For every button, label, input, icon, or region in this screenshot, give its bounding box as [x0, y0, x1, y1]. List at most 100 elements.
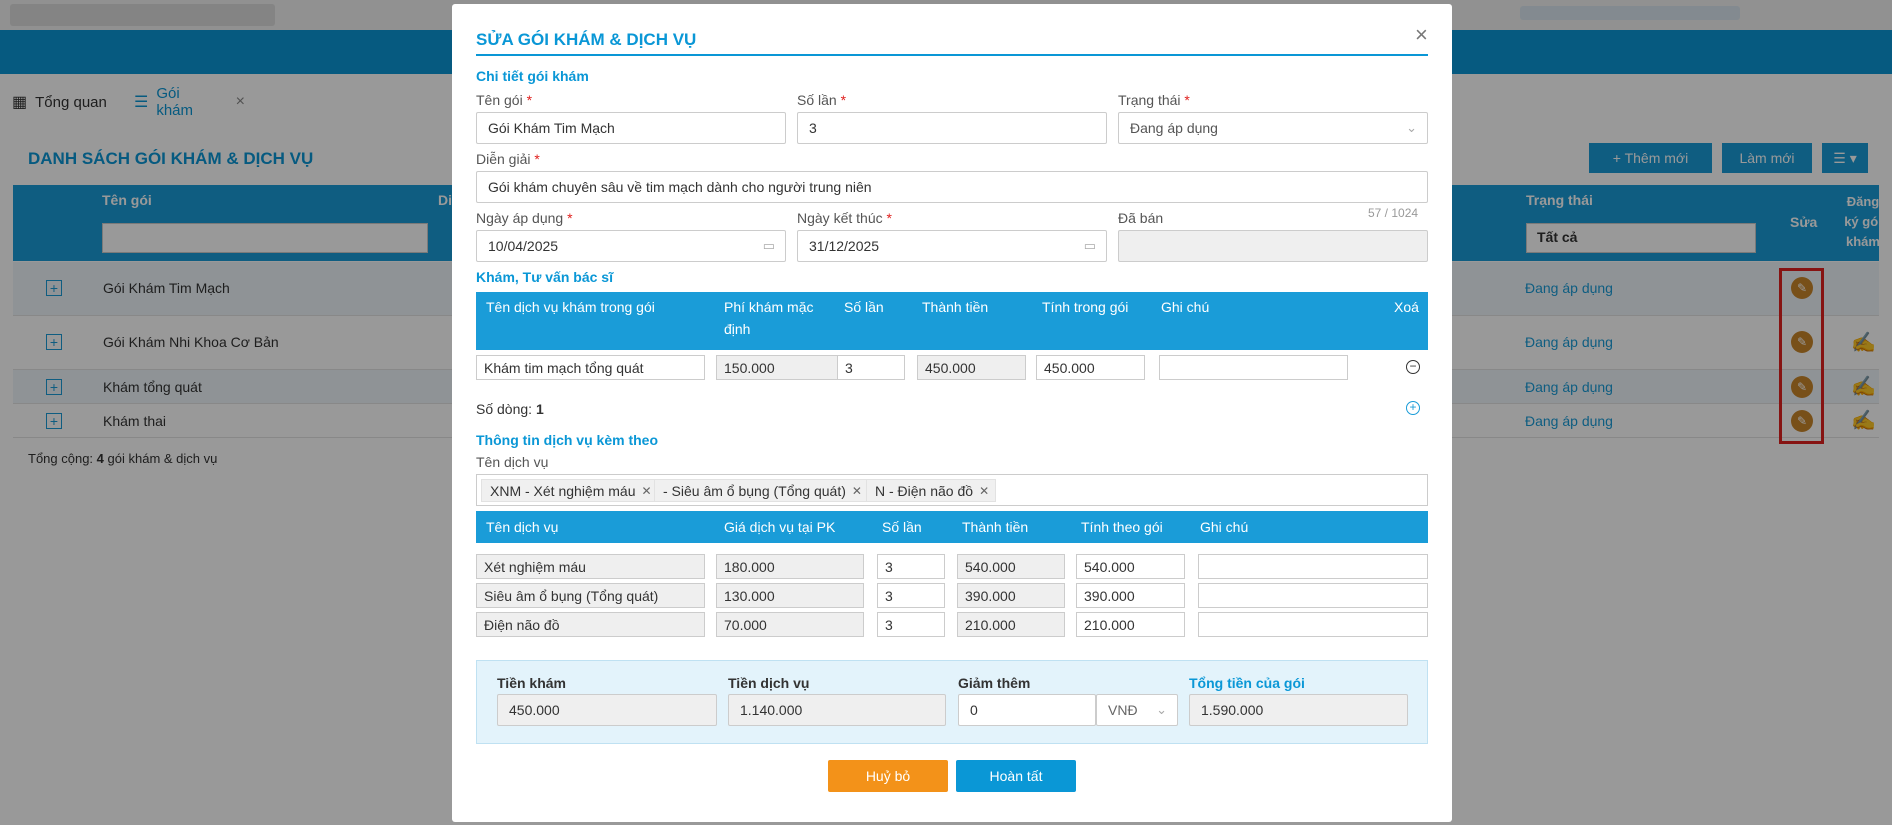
service-col-package: Tính theo gói [1081, 519, 1163, 535]
start-date-input[interactable]: 10/04/2025 ▭ [476, 230, 786, 262]
service-times-input[interactable]: 3 [877, 612, 945, 637]
end-date-label: Ngày kết thúc * [797, 210, 892, 226]
service-col-times: Số lần [882, 519, 922, 535]
row-count-value: 1 [535, 401, 544, 417]
service-price-value: 70.000 [716, 612, 864, 637]
close-icon[interactable]: ✕ [852, 484, 862, 498]
label-text: Diễn giải [476, 151, 531, 167]
description-label: Diễn giải * [476, 151, 540, 167]
consult-col-delete: Xoá [1394, 299, 1419, 315]
consult-service-input[interactable]: Khám tim mạch tổng quát [476, 355, 705, 380]
service-tag[interactable]: XNM - Xét nghiệm máu ✕ [481, 479, 659, 502]
tag-label: XNM - Xét nghiệm máu [490, 482, 636, 499]
service-package-input[interactable]: 540.000 [1076, 554, 1185, 579]
row-count: Số dòng: 1 [476, 401, 544, 417]
section-services-title: Thông tin dịch vụ kèm theo [476, 432, 658, 448]
label-text: Ngày áp dụng [476, 210, 564, 226]
status-label: Trạng thái * [1118, 92, 1190, 108]
sold-input [1118, 230, 1428, 262]
consult-col-amount: Thành tiền [922, 299, 989, 315]
name-label: Tên gói * [476, 92, 533, 108]
exam-fee-value: 450.000 [497, 694, 717, 726]
total-label: Tổng tiền của gói [1189, 675, 1305, 691]
service-amount-value: 390.000 [957, 583, 1065, 608]
calendar-icon: ▭ [1083, 238, 1096, 253]
currency-select[interactable]: VNĐ ⌄ [1096, 694, 1178, 726]
service-amount-value: 210.000 [957, 612, 1065, 637]
sold-label: Đã bán [1118, 210, 1164, 226]
services-table-header: Tên dịch vụ Giá dịch vụ tại PK Số lần Th… [476, 511, 1428, 543]
calendar-icon: ▭ [762, 238, 775, 253]
service-col-name: Tên dịch vụ [486, 519, 559, 535]
consult-col-service: Tên dịch vụ khám trong gói [486, 299, 655, 315]
status-select[interactable]: Đang áp dụng ⌄ [1118, 112, 1428, 144]
service-price-value: 130.000 [716, 583, 864, 608]
status-value: Đang áp dụng [1130, 120, 1218, 136]
times-label: Số lần * [797, 92, 847, 108]
label-text: Ngày kết thúc [797, 210, 883, 226]
consult-col-fee: Phí khám mặc định [724, 299, 814, 337]
title-underline [476, 54, 1428, 56]
exam-fee-label: Tiền khám [497, 675, 566, 691]
discount-label: Giảm thêm [958, 675, 1031, 691]
summary-box: Tiền khám 450.000 Tiền dịch vụ 1.140.000… [476, 660, 1428, 744]
consult-table-header: Tên dịch vụ khám trong gói Phí khám mặc … [476, 292, 1428, 350]
end-date-input[interactable]: 31/12/2025 ▭ [797, 230, 1107, 262]
section-consult-title: Khám, Tư vấn bác sĩ [476, 269, 613, 285]
service-fee-label: Tiền dịch vụ [728, 675, 810, 691]
consult-amount-value: 450.000 [917, 355, 1026, 380]
service-col-price: Giá dịch vụ tại PK [724, 519, 836, 535]
service-multiselect[interactable]: XNM - Xét nghiệm máu ✕ - Siêu âm ổ bụng (… [476, 474, 1428, 506]
service-times-input[interactable]: 3 [877, 583, 945, 608]
label-text: Tên gói [476, 92, 523, 108]
character-counter: 57 / 1024 [1368, 206, 1419, 220]
end-date-value: 31/12/2025 [809, 238, 880, 254]
tag-label: - Siêu âm ổ bụng (Tổng quát) [663, 482, 846, 499]
consult-col-note: Ghi chú [1161, 299, 1210, 315]
section-detail-title: Chi tiết gói khám [476, 68, 589, 84]
close-icon[interactable]: ✕ [979, 484, 989, 498]
service-times-input[interactable]: 3 [877, 554, 945, 579]
service-amount-value: 540.000 [957, 554, 1065, 579]
service-col-note: Ghi chú [1200, 519, 1249, 535]
service-package-input[interactable]: 390.000 [1076, 583, 1185, 608]
chevron-down-icon: ⌄ [1156, 702, 1167, 717]
service-tag[interactable]: - Siêu âm ổ bụng (Tổng quát) ✕ [654, 479, 869, 502]
service-note-input[interactable] [1198, 554, 1428, 579]
service-name-label: Tên dịch vụ [476, 454, 549, 470]
start-date-label: Ngày áp dụng * [476, 210, 573, 226]
total-value: 1.590.000 [1189, 694, 1408, 726]
chevron-down-icon: ⌄ [1406, 120, 1417, 135]
package-name-input[interactable]: Gói Khám Tim Mạch [476, 112, 786, 144]
close-icon[interactable]: × [1415, 22, 1428, 48]
label-text: Số lần [797, 92, 837, 108]
modal-title: SỬA GÓI KHÁM & DỊCH VỤ [476, 30, 697, 49]
service-price-value: 180.000 [716, 554, 864, 579]
service-name-value: Điện não đồ [476, 612, 705, 637]
close-icon[interactable]: ✕ [642, 484, 652, 498]
cancel-button[interactable]: Huỷ bỏ [828, 760, 948, 792]
description-input[interactable]: Gói khám chuyên sâu về tim mạch dành cho… [476, 171, 1428, 203]
service-name-value: Xét nghiệm máu [476, 554, 705, 579]
tag-label: N - Điện não đồ [875, 482, 974, 499]
consult-col-in-package: Tính trong gói [1042, 299, 1129, 315]
remove-row-icon[interactable]: − [1406, 360, 1420, 374]
service-note-input[interactable] [1198, 612, 1428, 637]
service-tag[interactable]: N - Điện não đồ ✕ [866, 479, 997, 502]
finish-button[interactable]: Hoàn tất [956, 760, 1076, 792]
service-fee-value: 1.140.000 [728, 694, 946, 726]
row-count-label: Số dòng: [476, 401, 533, 417]
consult-note-input[interactable] [1159, 355, 1348, 380]
service-col-amount: Thành tiền [962, 519, 1029, 535]
consult-times-input[interactable]: 3 [837, 355, 905, 380]
service-package-input[interactable]: 210.000 [1076, 612, 1185, 637]
service-note-input[interactable] [1198, 583, 1428, 608]
currency-value: VNĐ [1108, 702, 1138, 718]
edit-package-modal: SỬA GÓI KHÁM & DỊCH VỤ × Chi tiết gói kh… [452, 4, 1452, 822]
discount-input[interactable]: 0 [958, 694, 1096, 726]
times-input[interactable]: 3 [797, 112, 1107, 144]
add-row-icon[interactable]: + [1406, 401, 1420, 415]
start-date-value: 10/04/2025 [488, 238, 559, 254]
label-text: Trạng thái [1118, 92, 1181, 108]
consult-in-package-input[interactable]: 450.000 [1036, 355, 1145, 380]
